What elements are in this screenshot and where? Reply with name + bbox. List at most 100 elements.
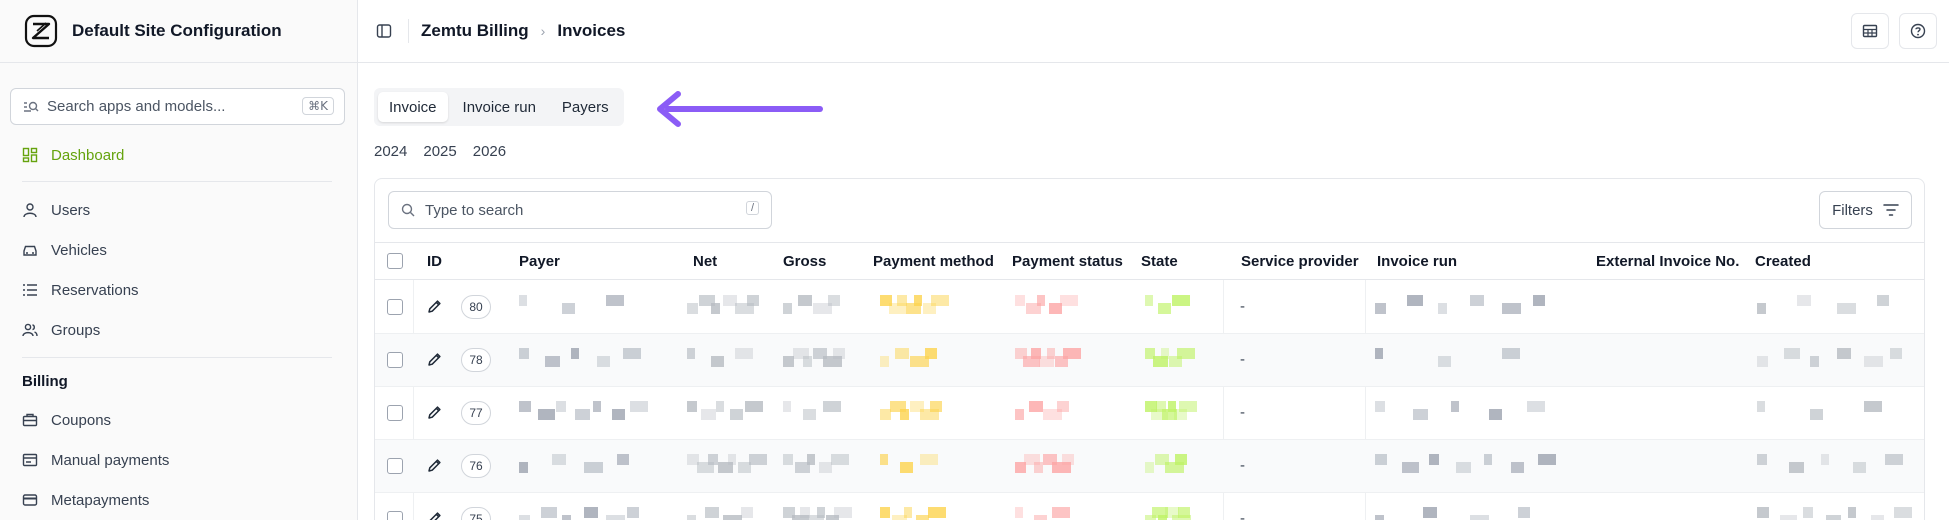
redacted-cell-block xyxy=(1489,409,1502,420)
column-header-gross[interactable]: Gross xyxy=(783,253,826,270)
redacted-cell-block xyxy=(1501,303,1521,314)
redacted-cell-block xyxy=(1483,454,1492,465)
breadcrumb-current-page: Invoices xyxy=(557,21,626,40)
column-header-created[interactable]: Created xyxy=(1755,253,1811,270)
invoice-id-badge[interactable]: 80 xyxy=(461,295,491,319)
table-row[interactable]: 76 - xyxy=(375,440,1924,493)
service-provider-cell: - xyxy=(1240,351,1245,368)
redacted-cell-block xyxy=(1161,348,1169,359)
redacted-cell-block xyxy=(880,454,888,465)
redacted-cell-block xyxy=(1375,303,1386,314)
sidebar-header: Default Site Configuration xyxy=(0,0,357,63)
redacted-cell-block xyxy=(1821,454,1829,465)
edit-pencil-icon[interactable] xyxy=(427,299,442,314)
filters-button[interactable]: Filters xyxy=(1819,191,1912,229)
row-checkbox[interactable] xyxy=(387,352,403,368)
sidebar-item-coupons[interactable]: Coupons xyxy=(22,407,111,433)
sidebar-item-label: Groups xyxy=(51,321,101,339)
redacted-cell-block xyxy=(1527,401,1545,412)
redacted-cell-block xyxy=(1757,303,1766,314)
row-checkbox[interactable] xyxy=(387,511,403,520)
redacted-cell-block xyxy=(1789,462,1804,473)
sidebar-item-metapayments[interactable]: Metapayments xyxy=(22,487,149,513)
redacted-cell-block xyxy=(574,409,590,420)
redacted-cell-block xyxy=(1456,462,1472,473)
sidebar-item-users[interactable]: Users xyxy=(22,197,90,223)
sidebar-item-reservations[interactable]: Reservations xyxy=(22,277,139,303)
redacted-cell-block xyxy=(1837,303,1856,314)
redacted-cell-block xyxy=(1059,295,1078,306)
redacted-cell-block xyxy=(783,303,792,314)
tab-invoice-run[interactable]: Invoice run xyxy=(452,92,547,122)
edit-pencil-icon[interactable] xyxy=(427,352,442,367)
invoice-id-badge[interactable]: 77 xyxy=(461,401,491,425)
column-header-service-provider[interactable]: Service provider xyxy=(1241,253,1359,270)
tab-invoice[interactable]: Invoice xyxy=(378,92,448,122)
redacted-cell-block xyxy=(687,348,695,359)
row-checkbox[interactable] xyxy=(387,458,403,474)
redacted-cell-block xyxy=(1422,507,1437,518)
breadcrumb-app-link[interactable]: Zemtu Billing xyxy=(421,21,529,41)
ticket-icon xyxy=(22,412,38,428)
table-row[interactable]: 78 - xyxy=(375,334,1924,387)
column-header-id[interactable]: ID xyxy=(427,253,442,270)
redacted-cell-block xyxy=(1015,295,1025,306)
tab-payers[interactable]: Payers xyxy=(551,92,620,122)
column-header-state[interactable]: State xyxy=(1141,253,1178,270)
year-link-2026[interactable]: 2026 xyxy=(473,143,506,160)
table-row[interactable]: 80 - xyxy=(375,281,1924,334)
zemtu-logo-icon[interactable] xyxy=(24,14,58,48)
invoice-id-badge[interactable]: 78 xyxy=(461,348,491,372)
invoice-id-badge[interactable]: 76 xyxy=(461,454,491,478)
sidebar-item-groups[interactable]: Groups xyxy=(22,317,100,343)
redacted-cell-block xyxy=(711,303,720,314)
users-icon xyxy=(22,322,38,338)
column-header-net[interactable]: Net xyxy=(693,253,717,270)
row-checkbox[interactable] xyxy=(387,405,403,421)
redacted-cell-block xyxy=(1510,462,1524,473)
edit-pencil-icon[interactable] xyxy=(427,405,442,420)
column-header-payment-status[interactable]: Payment status xyxy=(1012,253,1123,270)
table-search-input[interactable]: Type to search / xyxy=(388,191,772,229)
card-icon xyxy=(22,492,38,508)
toggle-sidebar-icon[interactable] xyxy=(374,21,394,41)
redacted-cell-block xyxy=(1438,303,1448,314)
row-checkbox[interactable] xyxy=(387,299,403,315)
redacted-cell-block xyxy=(1517,507,1530,518)
sidebar-search-input[interactable]: Search apps and models... ⌘K xyxy=(10,88,345,125)
redacted-cell-block xyxy=(1178,507,1191,518)
redacted-cell-block xyxy=(931,295,950,306)
year-link-2025[interactable]: 2025 xyxy=(423,143,456,160)
column-header-invoice-run[interactable]: Invoice run xyxy=(1377,253,1457,270)
edit-pencil-icon[interactable] xyxy=(427,511,442,520)
invoice-id-badge[interactable]: 75 xyxy=(461,507,491,520)
table-row[interactable]: 75 - xyxy=(375,493,1924,520)
year-link-2024[interactable]: 2024 xyxy=(374,143,407,160)
edit-pencil-icon[interactable] xyxy=(427,458,442,473)
redacted-cell-block xyxy=(744,401,763,412)
column-header-external-invoice-no[interactable]: External Invoice No. xyxy=(1596,253,1739,270)
redacted-cell-block xyxy=(556,401,567,412)
redacted-cell-block xyxy=(1063,348,1081,359)
sidebar-item-label: Coupons xyxy=(51,411,112,429)
sidebar-item-manual-payments[interactable]: Manual payments xyxy=(22,447,169,473)
sidebar-item-vehicles[interactable]: Vehicles xyxy=(22,237,107,263)
redacted-cell-block xyxy=(1470,515,1489,520)
sidebar-search-placeholder: Search apps and models... xyxy=(47,98,226,115)
redacted-cell-block xyxy=(1179,401,1198,412)
redacted-cell-block xyxy=(1033,462,1043,473)
sidebar-item-dashboard[interactable]: Dashboard xyxy=(22,142,124,168)
redacted-cell-block xyxy=(1375,515,1384,520)
table-row[interactable]: 77 - xyxy=(375,387,1924,440)
service-provider-cell: - xyxy=(1240,510,1245,520)
redacted-cell-block xyxy=(735,348,753,359)
redacted-cell-block xyxy=(928,507,946,518)
table-view-button[interactable] xyxy=(1851,13,1889,49)
user-icon xyxy=(22,202,38,218)
column-header-payment-method[interactable]: Payment method xyxy=(873,253,994,270)
help-button[interactable] xyxy=(1899,13,1937,49)
redacted-cell-block xyxy=(1429,454,1440,465)
column-header-payer[interactable]: Payer xyxy=(519,253,560,270)
select-all-checkbox[interactable] xyxy=(387,253,403,269)
redacted-cell-block xyxy=(741,507,753,518)
